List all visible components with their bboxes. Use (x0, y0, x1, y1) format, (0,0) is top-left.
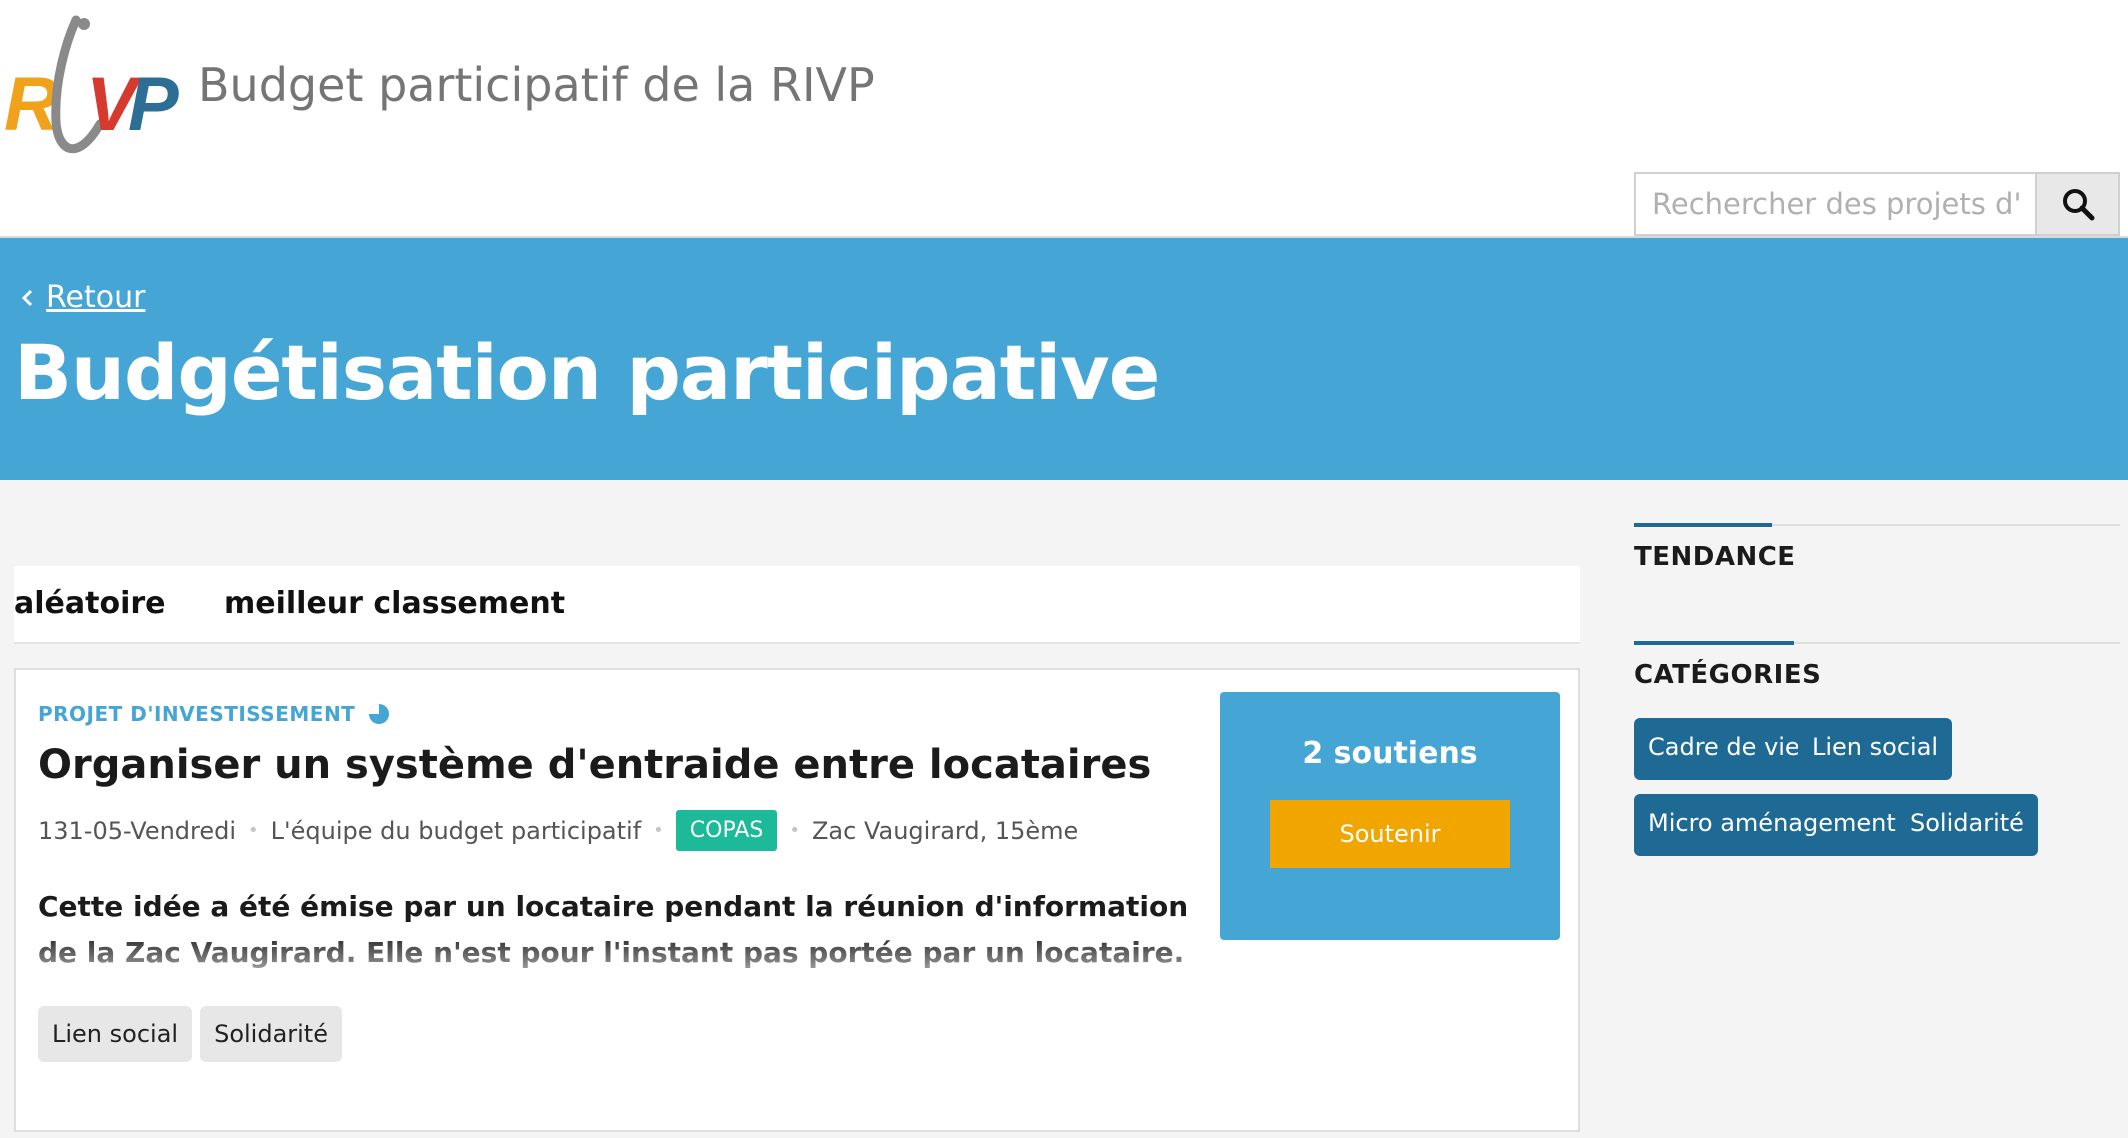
search-input[interactable] (1636, 174, 2035, 234)
category-micro-amenagements[interactable]: Micro aménagements (1634, 794, 1923, 856)
category-cadre-de-vie[interactable]: Cadre de vie (1634, 718, 1814, 780)
description-fade (38, 932, 1198, 982)
svg-text:P: P (128, 62, 179, 147)
back-link-label: Retour (46, 280, 146, 315)
tag-lien-social[interactable]: Lien social (38, 1006, 193, 1062)
svg-text:R: R (4, 62, 59, 147)
rivp-logo[interactable]: R V P (4, 12, 180, 162)
project-badge: COPAS (675, 810, 778, 851)
categories-heading: CATÉGORIES (1634, 660, 1822, 690)
support-count: 2 soutiens (1302, 736, 1478, 771)
page-hero: Retour Budgétisation participative (0, 238, 2128, 480)
project-title[interactable]: Organiser un système d'entraide entre lo… (38, 742, 1151, 788)
site-header: R V P Budget participatif de la RIVP (0, 0, 2128, 238)
trend-section: TENDANCE (1634, 523, 2120, 584)
project-card: PROJET D'INVESTISSEMENT Organiser un sys… (14, 668, 1580, 1132)
project-type-label: PROJET D'INVESTISSEMENT (38, 702, 356, 726)
support-button[interactable]: Soutenir (1270, 800, 1510, 868)
categories-section: CATÉGORIES Cadre de vie Lien social Micr… (1634, 641, 2120, 862)
category-lien-social[interactable]: Lien social (1798, 718, 1953, 780)
search-bar (1634, 172, 2120, 236)
chevron-left-icon (21, 289, 33, 306)
divider-accent (1634, 641, 1794, 645)
project-meta: 131-05-Vendredi • L'équipe du budget par… (38, 810, 1078, 851)
back-link[interactable]: Retour (20, 280, 145, 315)
support-panel: 2 soutiens Soutenir (1220, 692, 1560, 940)
project-tags: Lien social Solidarité (38, 1006, 342, 1062)
search-icon (2062, 189, 2094, 221)
site-title[interactable]: Budget participatif de la RIVP (198, 58, 875, 112)
search-button[interactable] (2035, 174, 2118, 234)
page-title: Budgétisation participative (14, 328, 1160, 417)
tag-solidarite[interactable]: Solidarité (200, 1006, 342, 1062)
project-date: 131-05-Vendredi (38, 816, 237, 845)
project-author: L'équipe du budget participatif (270, 816, 642, 845)
meta-separator: • (653, 820, 664, 841)
sort-tab-top-ranked[interactable]: meilleur classement (224, 586, 565, 621)
project-type: PROJET D'INVESTISSEMENT (38, 702, 391, 726)
meta-separator: • (248, 820, 259, 841)
sort-tab-random[interactable]: aléatoire (14, 586, 166, 621)
divider-accent (1634, 523, 1772, 527)
category-solidarite[interactable]: Solidarité (1896, 794, 2038, 856)
pie-chart-icon (369, 704, 390, 724)
trend-heading: TENDANCE (1634, 542, 1796, 572)
meta-separator: • (789, 820, 800, 841)
sort-tabs: aléatoire meilleur classement (14, 566, 1580, 644)
project-location: Zac Vaugirard, 15ème (811, 816, 1079, 845)
